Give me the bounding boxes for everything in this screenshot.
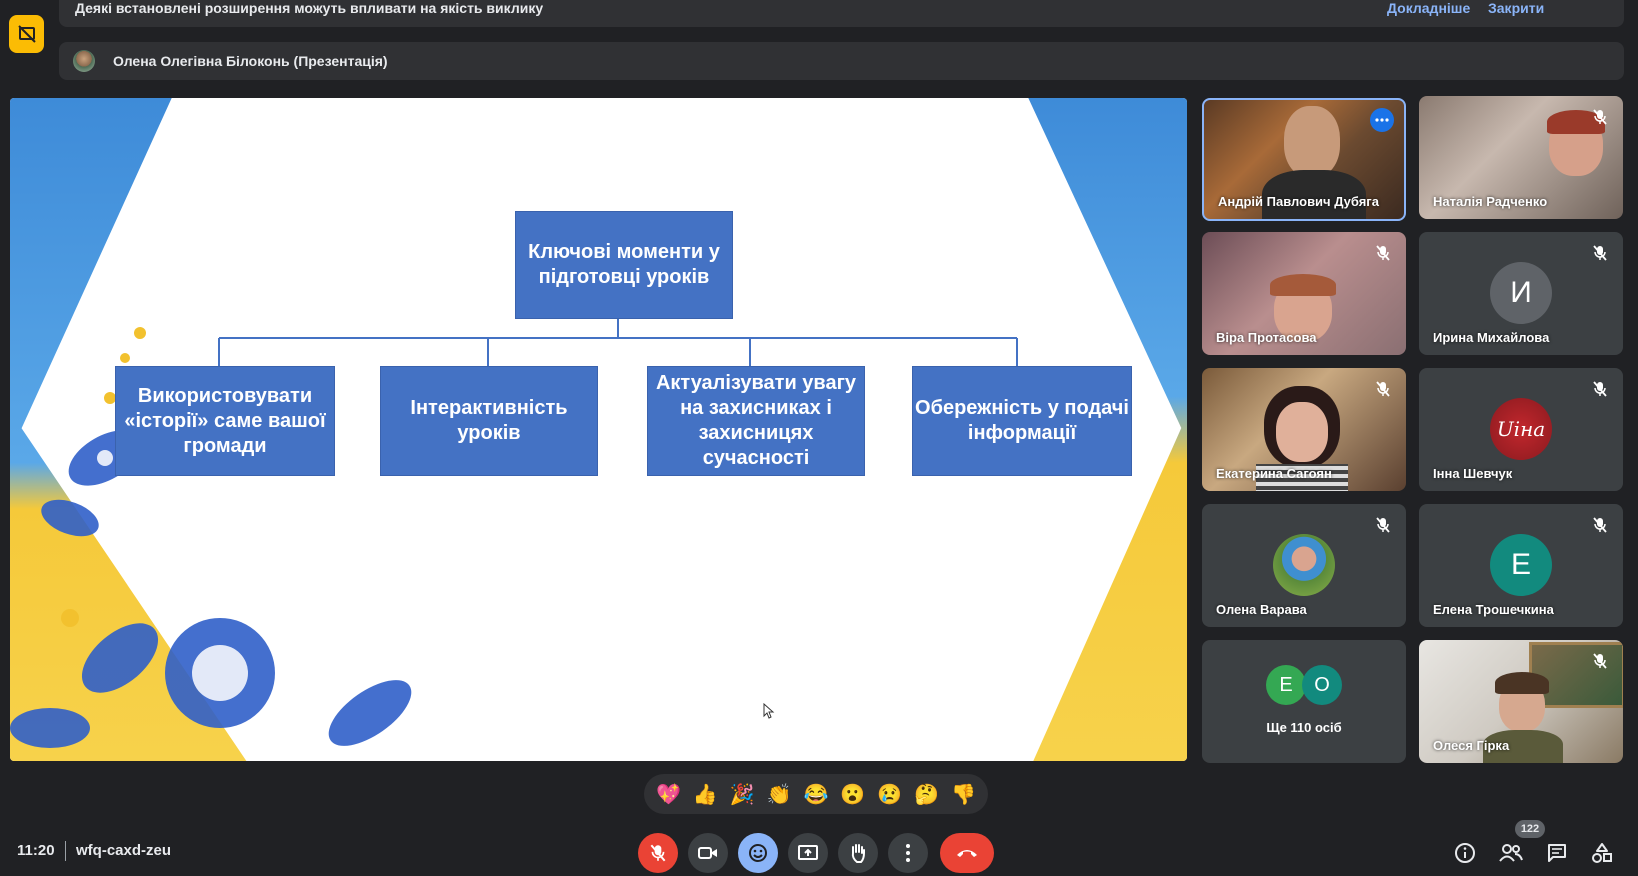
slide-box-caution: Обережність у подачі інформації xyxy=(912,366,1132,476)
slide-box-stories: Використовувати «історії» саме вашої гро… xyxy=(115,366,335,476)
more-participants-tile[interactable]: Е О Ще 110 осіб xyxy=(1202,640,1406,763)
banner-text: Деякі встановлені розширення можуть впли… xyxy=(75,0,544,16)
participant-name: Інна Шевчук xyxy=(1433,466,1513,481)
participant-photo-avatar xyxy=(1273,534,1335,596)
participant-name: Елена Трошечкина xyxy=(1433,602,1554,617)
presenter-avatar xyxy=(73,50,95,72)
participant-logo-avatar: Uiна xyxy=(1490,398,1552,460)
info-icon xyxy=(1455,843,1475,863)
slide-box-defenders: Актуалізувати увагу на захисниках і захи… xyxy=(647,366,865,476)
participant-tile[interactable]: Олена Варава xyxy=(1202,504,1406,627)
extension-warning-button[interactable] xyxy=(9,15,44,53)
presenter-name: Олена Олегівна Білоконь (Презентація) xyxy=(113,53,388,69)
mic-off-icon xyxy=(1593,517,1607,533)
slide-root-box: Ключові моменти у підготовці уроків xyxy=(515,211,733,319)
participant-name: Олеся Гірка xyxy=(1433,738,1510,753)
chat-button[interactable] xyxy=(1540,836,1574,870)
participant-name: Віра Протасова xyxy=(1216,330,1317,345)
participant-tile[interactable]: И Ирина Михайлова xyxy=(1419,232,1623,355)
raise-hand-button[interactable] xyxy=(838,833,878,873)
participant-name: Ирина Михайлова xyxy=(1433,330,1550,345)
extension-warning-banner: Деякі встановлені розширення можуть впли… xyxy=(59,0,1624,27)
camera-toggle-button[interactable] xyxy=(688,833,728,873)
more-options-button[interactable] xyxy=(888,833,928,873)
participant-tile[interactable]: Екатерина Сагоян xyxy=(1202,368,1406,491)
mic-toggle-button[interactable] xyxy=(638,833,678,873)
reaction-thumbs-down[interactable]: 👎 xyxy=(946,782,980,807)
bottom-divider xyxy=(65,841,66,861)
reaction-party[interactable]: 🎉 xyxy=(725,782,759,807)
participant-tile[interactable]: Віра Протасова xyxy=(1202,232,1406,355)
learn-more-link[interactable]: Докладніше xyxy=(1387,0,1470,16)
participant-name: Олена Варава xyxy=(1216,602,1307,617)
mic-off-icon xyxy=(1593,381,1607,397)
more-participants-label: Ще 110 осіб xyxy=(1266,720,1342,735)
participant-name: Екатерина Сагоян xyxy=(1216,466,1332,481)
slide-box-interactivity: Інтерактивність уроків xyxy=(380,366,598,476)
meeting-time: 11:20 xyxy=(17,842,55,859)
participant-tile[interactable]: Е Елена Трошечкина xyxy=(1419,504,1623,627)
close-banner-button[interactable]: Закрити xyxy=(1488,0,1544,16)
participant-tile[interactable]: Наталія Радченко xyxy=(1419,96,1623,219)
reaction-heart[interactable]: 💖 xyxy=(651,782,685,807)
mic-off-icon xyxy=(1593,653,1607,669)
participant-tile[interactable]: Андрій Павлович Дубяга xyxy=(1202,98,1406,221)
participant-initial-avatar: И xyxy=(1490,262,1552,324)
present-now-button[interactable] xyxy=(788,833,828,873)
reactions-button[interactable] xyxy=(738,833,778,873)
camera-icon xyxy=(698,847,717,859)
chat-icon xyxy=(1548,844,1566,862)
participant-name: Наталія Радченко xyxy=(1433,194,1548,209)
reaction-thinking[interactable]: 🤔 xyxy=(910,782,944,807)
mic-off-icon xyxy=(1376,245,1390,261)
mouse-pointer-icon xyxy=(763,703,775,719)
mic-off-icon xyxy=(1376,381,1390,397)
smiley-icon xyxy=(749,844,767,862)
people-button[interactable] xyxy=(1494,836,1528,870)
hang-up-icon xyxy=(957,850,977,857)
participant-name: Андрій Павлович Дубяга xyxy=(1218,194,1379,209)
reaction-clap[interactable]: 👏 xyxy=(762,782,796,807)
more-initial-avatar: О xyxy=(1302,665,1342,705)
reaction-sad[interactable]: 😢 xyxy=(873,782,907,807)
mic-off-icon xyxy=(1376,517,1390,533)
reaction-laugh[interactable]: 😂 xyxy=(799,782,833,807)
meeting-details-button[interactable] xyxy=(1448,836,1482,870)
people-icon xyxy=(1499,844,1523,862)
meeting-code: wfq-caxd-zeu xyxy=(76,842,172,859)
reaction-bar: 💖 👍 🎉 👏 😂 😮 😢 🤔 👎 xyxy=(644,774,988,814)
participant-tile[interactable]: Олеся Гірка xyxy=(1419,640,1623,763)
participant-tile[interactable]: Uiна Інна Шевчук xyxy=(1419,368,1623,491)
vertical-dots-icon xyxy=(906,844,910,862)
hide-content-icon xyxy=(17,25,36,43)
hand-icon xyxy=(851,844,865,863)
participant-initial-avatar: Е xyxy=(1490,534,1552,596)
activities-button[interactable] xyxy=(1585,836,1619,870)
mic-off-icon xyxy=(650,844,666,862)
reaction-thumbs-up[interactable]: 👍 xyxy=(688,782,722,807)
leave-call-button[interactable] xyxy=(940,833,994,873)
presenter-bar: Олена Олегівна Білоконь (Презентація) xyxy=(59,42,1624,80)
shapes-icon xyxy=(1592,843,1612,863)
mic-off-icon xyxy=(1593,245,1607,261)
presentation-slide: Ключові моменти у підготовці уроків Вико… xyxy=(10,98,1187,761)
more-initial-avatar: Е xyxy=(1266,665,1306,705)
present-screen-icon xyxy=(798,845,818,860)
mic-off-icon xyxy=(1593,109,1607,125)
more-options-icon[interactable] xyxy=(1370,108,1394,132)
reaction-surprised[interactable]: 😮 xyxy=(836,782,870,807)
